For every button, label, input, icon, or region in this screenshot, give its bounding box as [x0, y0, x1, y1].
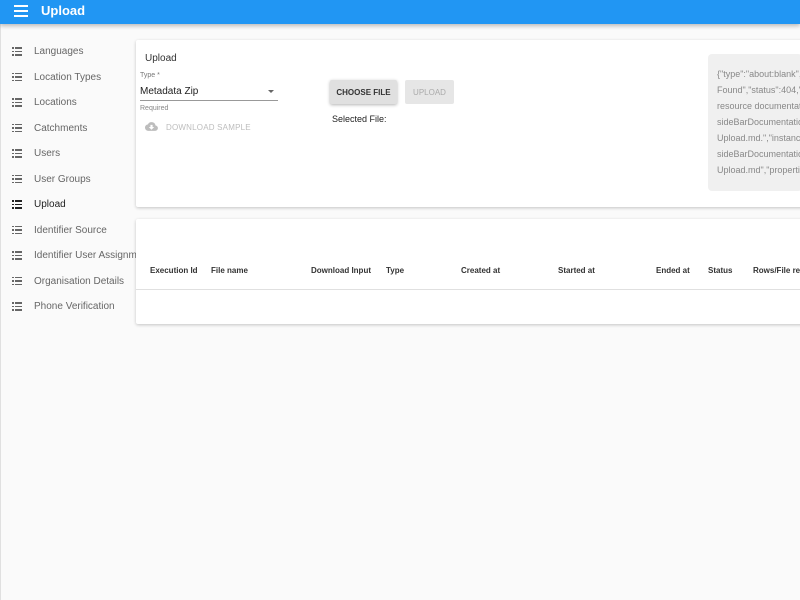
list-icon [12, 98, 22, 107]
choose-file-button[interactable]: CHOOSE FILE [330, 80, 397, 104]
sidebar-item-label: User Groups [34, 173, 91, 185]
column-header-rows-file-read[interactable]: Rows/File read [753, 266, 800, 275]
list-icon [12, 276, 22, 286]
sidebar-item-phone-verification[interactable]: Phone Verification [0, 293, 134, 319]
list-icon [12, 302, 22, 311]
download-sample-label: DOWNLOAD SAMPLE [166, 123, 251, 132]
sidebar-item-organisation-details[interactable]: Organisation Details [0, 268, 134, 294]
type-select-value: Metadata Zip [140, 86, 199, 97]
error-line: sideBarDocumentatio [717, 117, 800, 127]
list-icon [12, 123, 22, 133]
sidebar-item-identifier-user-assignment[interactable]: Identifier User Assignment [0, 242, 151, 268]
sidebar-item-upload[interactable]: Upload [0, 191, 134, 217]
error-line: resource documentat [717, 101, 800, 111]
upload-button[interactable]: UPLOAD [405, 80, 454, 104]
error-line: {"type":"about:blank"," [717, 69, 800, 79]
list-icon [12, 251, 22, 260]
error-line: Upload.md","properti [717, 165, 800, 175]
error-line: sideBarDocumentatio [717, 149, 800, 159]
list-icon [12, 47, 22, 56]
sidebar-item-identifier-source[interactable]: Identifier Source [0, 217, 134, 243]
sidebar-item-label: Identifier Source [34, 224, 107, 236]
sidebar-item-label: Organisation Details [34, 275, 125, 287]
page-title: Upload [41, 3, 86, 18]
list-icon [12, 72, 22, 82]
column-header-type[interactable]: Type [386, 266, 404, 275]
sidebar-item-label: Upload [34, 199, 66, 210]
column-header-status[interactable]: Status [708, 266, 732, 275]
list-icon [12, 174, 22, 184]
sidebar-item-user-groups[interactable]: User Groups [0, 166, 134, 192]
column-header-ended-at[interactable]: Ended at [656, 266, 690, 275]
column-header-download-input[interactable]: Download Input [311, 266, 371, 275]
sidebar-item-label: Location Types [34, 71, 102, 83]
sidebar-item-locations[interactable]: Locations [0, 89, 134, 115]
error-line: Found","status":404,"d [717, 85, 800, 95]
type-field-label: Type * [140, 72, 160, 79]
error-line: Upload.md.","instance [717, 133, 800, 143]
list-icon [12, 225, 22, 235]
table-header-divider [136, 289, 800, 290]
upload-card-title: Upload [145, 53, 177, 64]
cloud-download-icon [145, 122, 158, 131]
sidebar-item-catchments[interactable]: Catchments [0, 115, 134, 141]
sidebar-item-label: Identifier User Assignment [34, 250, 151, 261]
type-select[interactable]: Metadata Zip [140, 82, 278, 101]
sidebar-item-languages[interactable]: Languages [0, 38, 134, 64]
selected-file-label: Selected File: [332, 114, 387, 124]
caret-down-icon [268, 90, 274, 93]
sidebar-item-users[interactable]: Users [0, 140, 134, 166]
column-header-file-name[interactable]: File name [211, 266, 248, 275]
error-response-box: {"type":"about:blank"," Found","status":… [708, 54, 800, 191]
download-sample-button[interactable]: DOWNLOAD SAMPLE [142, 120, 252, 134]
upload-card: Upload Type * Metadata Zip Required DOWN… [136, 40, 800, 207]
upload-history-table: Execution Id File name Download Input Ty… [136, 219, 800, 324]
sidebar-item-label: Catchments [34, 122, 88, 134]
column-header-execution-id[interactable]: Execution Id [150, 266, 198, 275]
list-icon [12, 149, 22, 158]
type-helper-text: Required [140, 105, 169, 112]
sidebar-item-location-types[interactable]: Location Types [0, 64, 134, 90]
sidebar-item-label: Phone Verification [34, 301, 115, 312]
menu-icon[interactable] [14, 5, 28, 17]
sidebar-nav: Languages Location Types Locations Catch… [0, 38, 151, 319]
sidebar-item-label: Users [34, 148, 61, 159]
column-header-created-at[interactable]: Created at [461, 266, 500, 275]
app-bar: Upload [0, 0, 800, 24]
list-icon [12, 200, 22, 209]
column-header-started-at[interactable]: Started at [558, 266, 595, 275]
sidebar-item-label: Languages [34, 46, 84, 57]
sidebar-item-label: Locations [34, 97, 77, 108]
